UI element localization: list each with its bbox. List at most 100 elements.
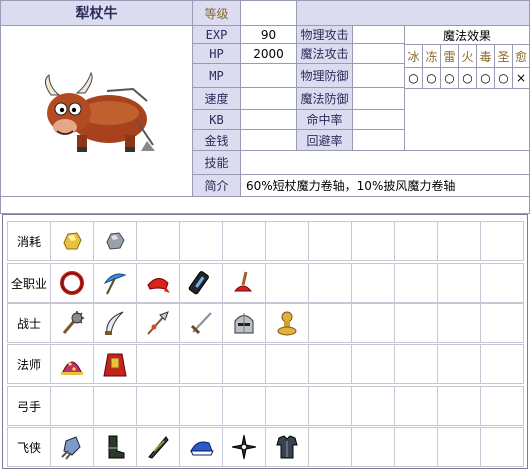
drop-slot[interactable] [394,386,438,426]
red-bandana-icon [147,278,170,293]
drop-slot[interactable] [50,263,94,303]
blue-cap-icon [190,441,214,456]
drop-slot[interactable] [265,303,309,343]
money-label: 金钱 [192,129,241,151]
drop-slot[interactable] [136,221,180,261]
drop-slot[interactable] [93,221,137,261]
drop-slot[interactable] [265,263,309,303]
monster-info-table: 犁杖牛 等级 EXP 90 物理攻击 HP 2000 魔法攻击 MP 物理防御 … [0,0,530,214]
drop-slot[interactable] [308,263,352,303]
drop-slot[interactable] [136,344,180,384]
drop-slot[interactable] [93,263,137,303]
drop-slot[interactable] [50,344,94,384]
magic-element: 圣 [494,44,513,68]
drop-slot[interactable] [394,221,438,261]
magic-effect-row: ○ ○ ○ ○ ○ ○ × [404,67,530,89]
drop-slot[interactable] [265,221,309,261]
throwing-star-icon [231,434,257,460]
level-label: 等级 [192,0,241,26]
drop-slot[interactable] [136,263,180,303]
long-sword-icon [190,311,213,335]
magic-element: 雷 [440,44,459,68]
drop-slot[interactable] [437,221,481,261]
drop-slot[interactable] [437,303,481,343]
drop-slot[interactable] [93,386,137,426]
skill-label: 技能 [192,150,241,175]
blue-umbrella-icon [103,273,127,295]
magic-element: 火 [458,44,477,68]
drop-slot[interactable] [351,303,395,343]
drop-slot[interactable] [93,344,137,384]
drop-slot[interactable] [93,427,137,467]
drop-slot[interactable] [351,263,395,303]
drop-slot[interactable] [222,386,266,426]
spiked-mace-icon [62,311,84,334]
silver-ore-icon [106,232,125,250]
drop-slot[interactable] [222,263,266,303]
drop-slot[interactable] [179,386,223,426]
drop-slot[interactable] [93,303,137,343]
drop-slot[interactable] [179,427,223,467]
drop-slot[interactable] [480,221,524,261]
drop-slot[interactable] [480,263,524,303]
magic-effect: ○ [404,67,423,89]
drop-slot[interactable] [480,427,524,467]
evasion-value [352,129,405,151]
phys-def-value [352,63,405,88]
drop-slot[interactable] [136,303,180,343]
drop-slot[interactable] [308,386,352,426]
magic-effect-blank [404,88,530,151]
drop-slot[interactable] [50,386,94,426]
drop-slot[interactable] [265,344,309,384]
drop-slot[interactable] [265,386,309,426]
drop-slot[interactable] [394,263,438,303]
drop-slot[interactable] [308,427,352,467]
drop-slot[interactable] [351,386,395,426]
drop-slot[interactable] [351,221,395,261]
drop-slot[interactable] [437,427,481,467]
red-robe-icon [103,353,127,377]
dark-armor-icon [276,435,298,459]
drop-slot[interactable] [308,221,352,261]
curved-blade-icon [105,311,124,335]
drop-slot[interactable] [480,303,524,343]
magic-effect: ○ [440,67,459,89]
drop-slot[interactable] [50,303,94,343]
drop-slot[interactable] [394,303,438,343]
drop-slot[interactable] [222,303,266,343]
drop-slot[interactable] [308,303,352,343]
drop-slot[interactable] [480,344,524,384]
drop-slot[interactable] [179,263,223,303]
drop-row-label: 全职业 [7,263,51,303]
drop-slot[interactable] [351,427,395,467]
mag-def-value [352,87,405,110]
gold-stamp-icon [277,311,297,336]
drop-slot[interactable] [351,344,395,384]
black-scroll-icon [188,271,209,295]
evasion-label: 回避率 [296,129,353,151]
magic-effect: ○ [476,67,495,89]
magic-element: 冰 [404,44,423,68]
drop-slot[interactable] [179,303,223,343]
steel-helmet-icon [234,313,254,334]
drop-slot[interactable] [265,427,309,467]
drop-slot[interactable] [394,427,438,467]
drop-slot[interactable] [437,344,481,384]
drop-slot[interactable] [222,344,266,384]
drop-slot[interactable] [50,427,94,467]
drop-slot[interactable] [437,386,481,426]
drop-slot[interactable] [480,386,524,426]
drop-slot[interactable] [136,427,180,467]
drop-slot[interactable] [394,344,438,384]
ox-monster-icon [44,71,155,152]
mp-label: MP [192,63,241,88]
intro-label: 简介 [192,174,241,197]
drop-slot[interactable] [50,221,94,261]
drop-slot[interactable] [222,427,266,467]
drop-slot[interactable] [179,344,223,384]
drop-slot[interactable] [136,386,180,426]
drop-slot[interactable] [437,263,481,303]
drop-slot[interactable] [308,344,352,384]
drop-slot[interactable] [222,221,266,261]
drop-slot[interactable] [179,221,223,261]
